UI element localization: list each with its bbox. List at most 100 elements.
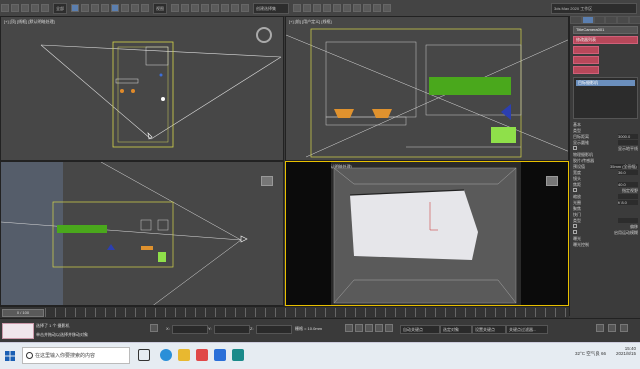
- orbit-icon[interactable]: [620, 324, 628, 332]
- autokey-button[interactable]: 自动关键点: [400, 325, 440, 334]
- next-frame-icon[interactable]: [375, 324, 383, 332]
- spinner-snap-icon[interactable]: [231, 4, 239, 12]
- viewcube-icon[interactable]: [546, 176, 558, 186]
- placement-icon[interactable]: [141, 4, 149, 12]
- go-to-start-icon[interactable]: [345, 324, 353, 332]
- render-setup-icon[interactable]: [363, 4, 371, 12]
- window-crossing-icon[interactable]: [101, 4, 109, 12]
- percent-snap-icon[interactable]: [221, 4, 229, 12]
- render-icon[interactable]: [383, 4, 391, 12]
- motion-blur-checkbox[interactable]: [573, 230, 577, 234]
- create-tab-icon[interactable]: [570, 16, 582, 24]
- move-icon[interactable]: [111, 4, 119, 12]
- modify-tab-icon[interactable]: [581, 16, 594, 24]
- align-icon[interactable]: [303, 4, 311, 12]
- app-icon[interactable]: [214, 349, 226, 361]
- object-name-field[interactable]: TitleCamera001: [573, 26, 638, 34]
- aperture-spinner[interactable]: f/ 8.0: [618, 200, 638, 205]
- viewport-left[interactable]: [+] [左] [用户定义] [线框]: [0, 161, 284, 306]
- rect-selection-icon[interactable]: [91, 4, 99, 12]
- redo-icon[interactable]: [11, 4, 19, 12]
- modifier-button[interactable]: [573, 46, 599, 54]
- clock-date[interactable]: 2021/8/15: [616, 351, 636, 356]
- scale-icon[interactable]: [131, 4, 139, 12]
- render-frame-icon[interactable]: [373, 4, 381, 12]
- y-coordinate-field[interactable]: [214, 325, 250, 334]
- show-horizon-checkbox[interactable]: [573, 146, 577, 150]
- modifier-list-dropdown[interactable]: 修改器列表: [573, 36, 638, 44]
- unlink-icon[interactable]: [31, 4, 39, 12]
- bind-spacewarp-icon[interactable]: [41, 4, 49, 12]
- named-selection-dropdown[interactable]: 创建选择集: [253, 2, 289, 14]
- hierarchy-tab-icon[interactable]: [593, 16, 606, 24]
- modifier-button[interactable]: [573, 56, 599, 64]
- viewcube-icon[interactable]: [261, 176, 273, 186]
- go-to-end-icon[interactable]: [385, 324, 393, 332]
- windows-start-icon[interactable]: [5, 351, 15, 361]
- width-spinner[interactable]: 36.0: [618, 170, 638, 175]
- task-view-icon[interactable]: [138, 349, 150, 361]
- play-icon[interactable]: [365, 324, 373, 332]
- zoom-icon[interactable]: [596, 324, 604, 332]
- file-explorer-icon[interactable]: [178, 349, 190, 361]
- select-by-name-icon[interactable]: [81, 4, 89, 12]
- viewcube-icon[interactable]: [256, 27, 272, 43]
- snap-3d-icon[interactable]: [201, 4, 209, 12]
- angle-snap-icon[interactable]: [211, 4, 219, 12]
- offset-checkbox[interactable]: [573, 224, 577, 228]
- shutter-type-dropdown[interactable]: [618, 218, 638, 223]
- viewport-front[interactable]: [+] [前] [用户定义] [线框]: [285, 16, 569, 161]
- time-slider[interactable]: 0 / 100: [2, 309, 44, 317]
- zoom-spinner[interactable]: [618, 194, 638, 199]
- mirror-icon[interactable]: [293, 4, 301, 12]
- selection-filter-dropdown[interactable]: 全部: [53, 2, 67, 14]
- viewport-top[interactable]: [+] [顶] [线框] [默认明暗处理]: [0, 16, 284, 161]
- scene-explorer-icon[interactable]: [323, 4, 331, 12]
- viewport-perspective[interactable]: [+] [透视] [用户定义] [默认明暗处理]: [285, 161, 569, 306]
- target-distance-spinner[interactable]: 3000.0: [618, 134, 638, 139]
- basic-rollout-header[interactable]: 基本: [573, 122, 638, 127]
- app-icon[interactable]: [196, 349, 208, 361]
- weather-text[interactable]: 32°C 空气良 66: [575, 351, 606, 357]
- prev-frame-icon[interactable]: [355, 324, 363, 332]
- layer-explorer-icon[interactable]: [313, 4, 321, 12]
- maxscript-listener[interactable]: [2, 323, 34, 339]
- 3dsmax-icon[interactable]: [232, 349, 244, 361]
- select-object-icon[interactable]: [71, 4, 79, 12]
- track-bar[interactable]: [45, 308, 567, 317]
- undo-icon[interactable]: [1, 4, 9, 12]
- rotate-icon[interactable]: [121, 4, 129, 12]
- select-manipulate-icon[interactable]: [181, 4, 189, 12]
- physical-rollout-header[interactable]: 物理摄影机: [573, 152, 638, 157]
- selected-dropdown[interactable]: 选定对象: [440, 325, 472, 334]
- display-tab-icon[interactable]: [617, 16, 630, 24]
- motion-tab-icon[interactable]: [605, 16, 618, 24]
- focal-spinner[interactable]: 40.0: [618, 182, 638, 187]
- workspace-dropdown[interactable]: 3ds Max 2020 工作区: [551, 2, 637, 14]
- x-coordinate-field[interactable]: [172, 325, 208, 334]
- reference-coord-dropdown[interactable]: 视图: [153, 2, 167, 14]
- exposure-rollout-header[interactable]: 曝光: [573, 236, 638, 241]
- material-editor-icon[interactable]: [353, 4, 361, 12]
- link-icon[interactable]: [21, 4, 29, 12]
- set-key-button[interactable]: 设置关键点: [472, 325, 506, 334]
- preset-dropdown[interactable]: 35mm (全画幅): [610, 164, 638, 169]
- taskbar-search-box[interactable]: 在这里输入你要搜索的内容: [22, 347, 130, 364]
- z-coordinate-field[interactable]: [256, 325, 292, 334]
- pan-icon[interactable]: [608, 324, 616, 332]
- modifier-stack-item[interactable]: 目标摄影机: [576, 80, 635, 86]
- edge-icon[interactable]: [160, 349, 172, 361]
- utilities-tab-icon[interactable]: [629, 16, 640, 24]
- lock-selection-icon[interactable]: [150, 324, 158, 332]
- fov-checkbox[interactable]: [573, 188, 577, 192]
- modifier-stack[interactable]: 目标摄影机: [573, 77, 638, 119]
- pivot-icon[interactable]: [171, 4, 179, 12]
- edit-named-sets-icon[interactable]: [241, 4, 249, 12]
- exposure-control-button[interactable]: 曝光控制: [573, 242, 638, 247]
- display-cone-dropdown[interactable]: [618, 140, 638, 145]
- key-filters-button[interactable]: 关键点过滤器...: [506, 325, 548, 334]
- keyboard-shortcut-icon[interactable]: [191, 4, 199, 12]
- curve-editor-icon[interactable]: [333, 4, 341, 12]
- schematic-view-icon[interactable]: [343, 4, 351, 12]
- modifier-button[interactable]: [573, 66, 599, 74]
